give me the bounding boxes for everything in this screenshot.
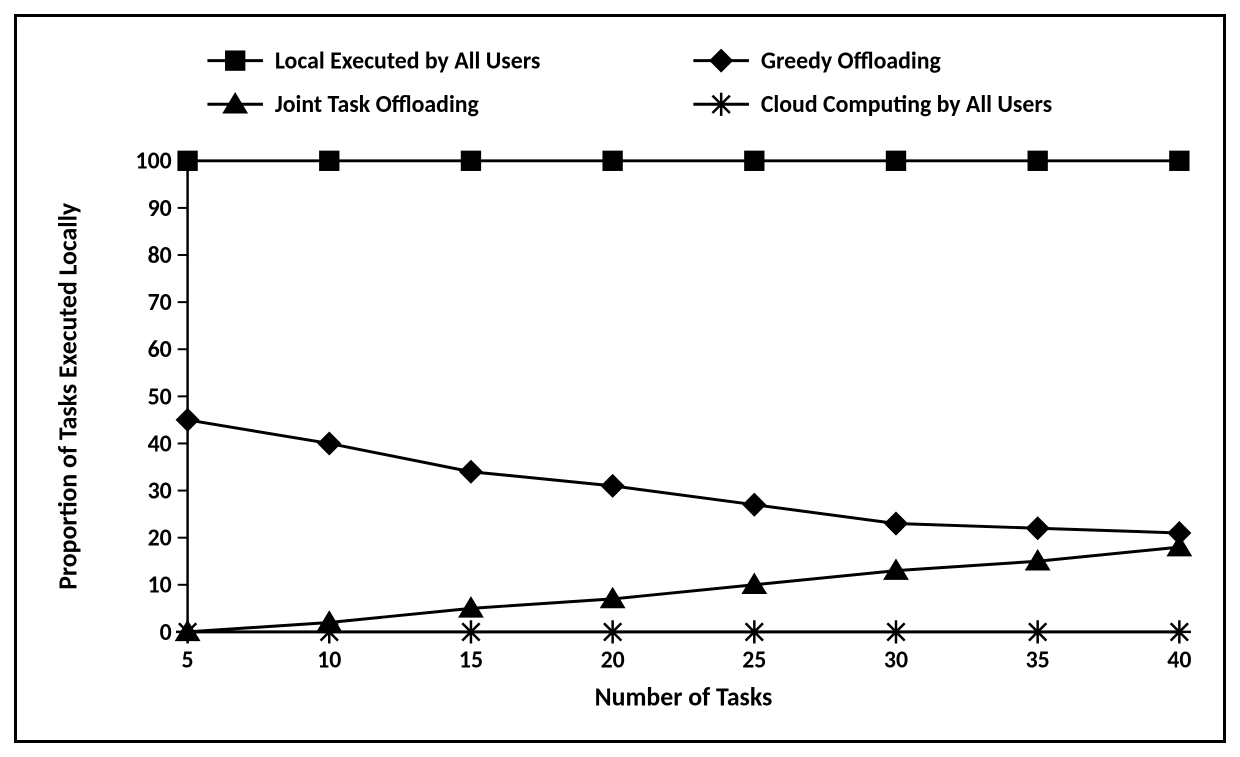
y-tick-label: 40 [148, 429, 172, 458]
y-tick-label: 60 [148, 335, 172, 364]
x-tick-label: 15 [459, 646, 483, 675]
y-axis-title: Proportion of Tasks Executed Locally [52, 202, 84, 590]
x-tick-label: 30 [884, 646, 908, 675]
chart-inner-frame: Local Executed by All Users Greedy Offloa… [14, 14, 1226, 743]
x-tick-label: 5 [182, 646, 194, 675]
legend-label: Cloud Computing by All Users [761, 90, 1052, 119]
legend: Local Executed by All Users Greedy Offloa… [207, 47, 1052, 120]
legend-label: Greedy Offloading [761, 47, 942, 76]
y-tick-label: 30 [148, 477, 172, 506]
legend-item-1: Greedy Offloading [693, 47, 941, 76]
x-tick-label: 25 [742, 646, 766, 675]
x-tick-label: 10 [317, 646, 341, 675]
x-tick-label: 40 [1167, 646, 1191, 675]
legend-item-3: Cloud Computing by All Users [693, 90, 1052, 119]
series-group [176, 152, 1191, 644]
y-tick-label: 70 [148, 288, 172, 317]
series-1 [177, 410, 1189, 544]
y-tick-label: 20 [148, 524, 172, 553]
y-tick-label: 80 [148, 241, 172, 270]
x-tick-label: 35 [1026, 646, 1050, 675]
x-axis-title: Number of Tasks [595, 680, 773, 712]
legend-label: Joint Task Offloading [275, 90, 480, 119]
series-0 [179, 152, 1189, 170]
x-tick-label: 20 [601, 646, 625, 675]
legend-item-0: Local Executed by All Users [207, 47, 540, 76]
y-tick-label: 0 [160, 618, 172, 647]
y-tick-label: 10 [148, 571, 172, 600]
series-3 [176, 620, 1191, 643]
y-tick-label: 50 [148, 382, 172, 411]
chart-svg: Local Executed by All Users Greedy Offloa… [17, 17, 1223, 740]
y-tick-label: 100 [136, 147, 172, 176]
y-tick-label: 90 [148, 194, 172, 223]
chart-outer-frame: Local Executed by All Users Greedy Offloa… [0, 0, 1240, 757]
axes: 5 10 15 20 25 30 35 40 0 10 20 30 40 50 60 70 80 90 100 [136, 147, 1192, 675]
legend-item-2: Joint Task Offloading [207, 90, 479, 119]
legend-label: Local Executed by All Users [275, 47, 541, 76]
